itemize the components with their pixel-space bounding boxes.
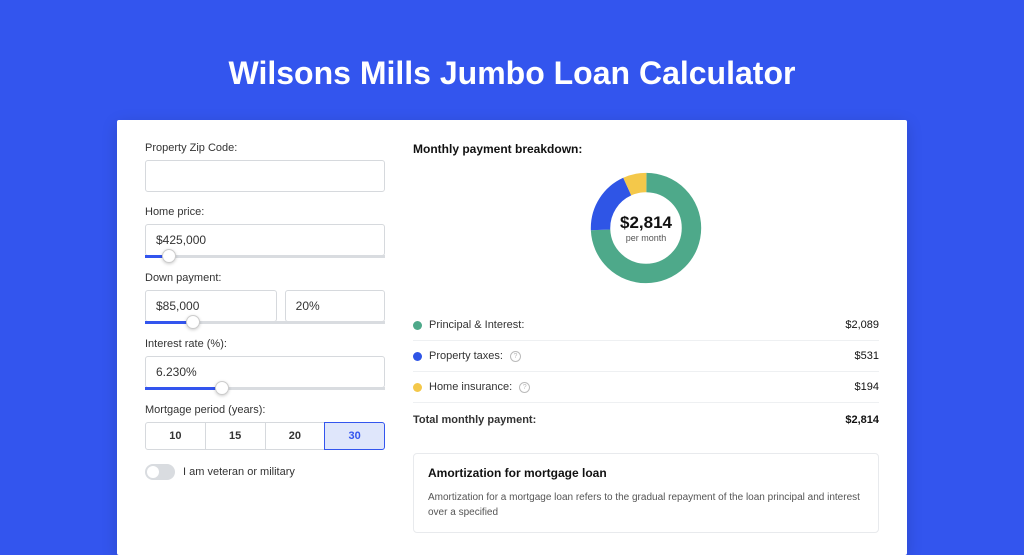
amortization-title: Amortization for mortgage loan — [428, 466, 864, 480]
total-value: $2,814 — [845, 414, 879, 426]
price-slider-thumb[interactable] — [162, 249, 176, 263]
legend-value: $2,089 — [845, 319, 879, 331]
donut-center: $2,814 per month — [586, 168, 706, 288]
legend: Principal & Interest: $2,089 Property taxe… — [413, 310, 879, 402]
price-label: Home price: — [145, 206, 385, 218]
legend-label: Principal & Interest: — [429, 319, 524, 331]
legend-value: $194 — [855, 381, 879, 393]
total-label: Total monthly payment: — [413, 414, 536, 426]
rate-field: Interest rate (%): — [145, 338, 385, 390]
amortization-text: Amortization for a mortgage loan refers … — [428, 490, 864, 520]
breakdown-panel: Monthly payment breakdown: $2,814 per mo… — [413, 142, 879, 533]
period-button-15[interactable]: 15 — [205, 422, 266, 450]
down-slider[interactable] — [145, 321, 385, 324]
legend-label: Property taxes: — [429, 350, 503, 362]
period-label: Mortgage period (years): — [145, 404, 385, 416]
rate-slider-thumb[interactable] — [215, 381, 229, 395]
period-group: 10152030 — [145, 422, 385, 450]
page-root: Wilsons Mills Jumbo Loan Calculator Prop… — [0, 0, 1024, 512]
calculator-card: Property Zip Code: Home price: Down paym… — [117, 120, 907, 555]
veteran-toggle[interactable] — [145, 464, 175, 480]
price-field: Home price: — [145, 206, 385, 258]
toggle-knob — [147, 466, 159, 478]
price-input[interactable] — [145, 224, 385, 256]
zip-field: Property Zip Code: — [145, 142, 385, 192]
legend-dot — [413, 383, 422, 392]
donut-sub: per month — [626, 233, 667, 243]
zip-label: Property Zip Code: — [145, 142, 385, 154]
legend-row: Home insurance:? $194 — [413, 371, 879, 402]
down-amount-input[interactable] — [145, 290, 277, 322]
rate-slider[interactable] — [145, 387, 385, 390]
legend-label: Home insurance: — [429, 381, 512, 393]
period-button-20[interactable]: 20 — [265, 422, 326, 450]
form-panel: Property Zip Code: Home price: Down paym… — [145, 142, 385, 533]
legend-dot — [413, 321, 422, 330]
veteran-label: I am veteran or military — [183, 466, 295, 478]
donut-amount: $2,814 — [620, 213, 672, 233]
period-button-30[interactable]: 30 — [324, 422, 385, 450]
legend-row: Principal & Interest: $2,089 — [413, 310, 879, 340]
breakdown-title: Monthly payment breakdown: — [413, 142, 879, 156]
down-slider-thumb[interactable] — [186, 315, 200, 329]
zip-input[interactable] — [145, 160, 385, 192]
period-button-10[interactable]: 10 — [145, 422, 206, 450]
down-percent-input[interactable] — [285, 290, 385, 322]
rate-input[interactable] — [145, 356, 385, 388]
page-title: Wilsons Mills Jumbo Loan Calculator — [0, 55, 1024, 92]
amortization-card: Amortization for mortgage loan Amortizat… — [413, 453, 879, 533]
period-field: Mortgage period (years): 10152030 — [145, 404, 385, 450]
info-icon[interactable]: ? — [510, 351, 521, 362]
down-label: Down payment: — [145, 272, 385, 284]
legend-row: Property taxes:? $531 — [413, 340, 879, 371]
legend-value: $531 — [855, 350, 879, 362]
donut-wrap: $2,814 per month — [413, 168, 879, 288]
rate-label: Interest rate (%): — [145, 338, 385, 350]
veteran-row: I am veteran or military — [145, 464, 385, 480]
donut-chart: $2,814 per month — [586, 168, 706, 288]
info-icon[interactable]: ? — [519, 382, 530, 393]
price-slider[interactable] — [145, 255, 385, 258]
legend-dot — [413, 352, 422, 361]
legend-total-row: Total monthly payment: $2,814 — [413, 402, 879, 435]
down-field: Down payment: — [145, 272, 385, 324]
